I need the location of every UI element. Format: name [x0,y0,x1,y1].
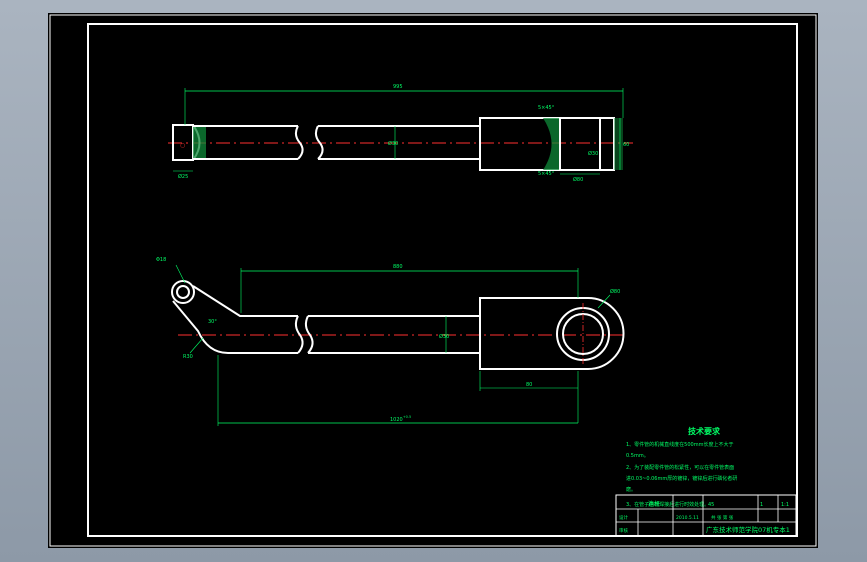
drawing-canvas[interactable]: 995 Ø30 5×45° 5×45° 60 Ø30 Ø80 Ø25 ○ 880… [48,13,818,548]
cad-viewport: 995 Ø30 5×45° 5×45° 60 Ø30 Ø80 Ø25 ○ 880… [0,0,867,562]
tb-part-name: 连杆 [648,500,660,508]
tech-line-2: 0.5mm。 [626,453,649,459]
tech-line-6: 3、在管子两端焊接后进行时效处理。 [626,501,709,508]
top-dim-total: 995 [393,84,403,90]
tech-line-3: 2、为了装配零件管的松紧性，可以在零件管表面 [626,464,734,471]
tech-line-5: 磨。 [626,486,636,493]
svg-text:○: ○ [180,142,185,149]
tb-qty: 1 [760,502,763,508]
tech-line-1: 1、零件管的机械直线度在500mm长度上不大于 [626,441,733,448]
front-dim-overall: 1020+0.5 [390,415,411,423]
top-dim-right-end: Ø30 [588,150,598,157]
front-dim-head-length: 80 [526,382,532,388]
top-dim-chamfer-top: 5×45° [538,105,555,111]
front-dim-tube: Ø30 [439,333,449,340]
tb-school: 广东技术师范学院07机专本1 [706,525,790,534]
tb-checker: 审核 [619,527,628,534]
front-dim-angle: 30° [208,319,217,325]
front-dim-upper: 880 [393,264,403,270]
top-right-head [479,117,601,171]
tech-requirements: 技术要求 1、零件管的机械直线度在500mm长度上不大于 0.5mm。 2、为了… [626,426,737,508]
engineering-drawing: 995 Ø30 5×45° 5×45° 60 Ø30 Ø80 Ø25 ○ 880… [49,14,817,547]
front-dim-radius: R30 [183,354,193,360]
front-small-eye [171,280,195,304]
tb-scale: 1:1 [781,502,789,508]
top-dim-chamfer-bottom: 5×45° [538,171,555,177]
tech-line-4: 进0.03~0.06mm厚的镀锌，镀锌后进行磷化者研 [626,475,737,482]
tech-title: 技术要求 [688,426,721,436]
tb-designer: 设计 [619,514,628,521]
tb-material: 45 [708,502,714,508]
inner-border [87,23,798,537]
front-dim-hole-small: Φ18 [156,257,166,263]
top-dim-end-width: Ø80 [573,176,583,183]
front-dim-hole-large: Ø80 [610,288,620,295]
tb-date: 2010.5.11 [676,515,699,521]
front-view: 880 Φ18 30° R30 Ø30 Ø80 80 1020+0.5 [156,257,625,426]
top-dim-tube: Ø30 [388,140,398,147]
top-dim-height: 60 [623,142,629,148]
top-dim-left-end: Ø25 [178,173,188,180]
tb-sheet: 共 张 第 张 [711,514,734,521]
top-view: 995 Ø30 5×45° 5×45° 60 Ø30 Ø80 Ø25 ○ [168,84,633,183]
front-big-head [479,297,625,370]
